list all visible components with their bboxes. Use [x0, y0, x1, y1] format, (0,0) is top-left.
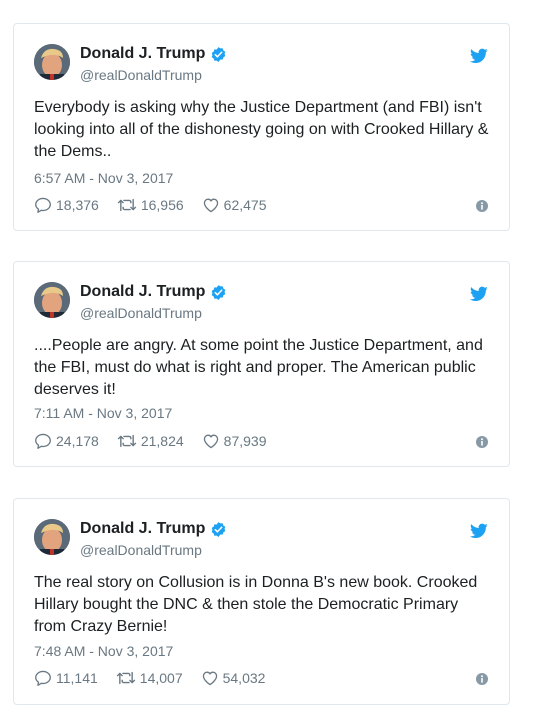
info-icon[interactable] — [475, 672, 489, 686]
tweet-timestamp[interactable]: 6:57 AM - Nov 3, 2017 — [34, 170, 173, 186]
author-name-text[interactable]: Donald J. Trump — [80, 283, 205, 301]
tweet-text: ....People are angry. At some point the … — [34, 337, 483, 398]
tweet-text: Everybody is asking why the Justice Depa… — [34, 99, 489, 160]
like-button[interactable]: 87,939 — [202, 433, 267, 449]
tweet-text: The real story on Collusion is in Donna … — [34, 574, 478, 635]
like-count: 62,475 — [223, 197, 267, 213]
like-icon — [202, 671, 217, 686]
twitter-bird-icon[interactable] — [470, 523, 488, 539]
author-name-text[interactable]: Donald J. Trump — [80, 520, 205, 538]
retweet-icon — [116, 671, 135, 685]
retweet-count: 16,956 — [140, 197, 184, 213]
retweet-button[interactable]: 21,824 — [117, 433, 184, 449]
reply-icon — [35, 670, 51, 686]
tweet-actions: 24,178 21,824 87,939 — [34, 433, 284, 449]
like-button[interactable]: 62,475 — [202, 197, 267, 213]
twitter-bird-icon[interactable] — [470, 286, 488, 302]
author-name[interactable]: Donald J. Trump — [80, 45, 227, 63]
tweet-card[interactable]: Donald J. Trump @realDonaldTrump Everybo… — [13, 23, 510, 231]
verified-badge-icon — [212, 521, 226, 537]
reply-icon — [35, 197, 51, 213]
tweet-actions: 11,141 14,007 54,032 — [34, 670, 283, 686]
author-handle[interactable]: @realDonaldTrump — [80, 542, 202, 558]
avatar[interactable] — [34, 282, 70, 318]
retweet-count: 21,824 — [140, 433, 184, 449]
reply-count: 11,141 — [56, 670, 98, 686]
verified-badge-icon — [212, 46, 226, 62]
like-count: 54,032 — [222, 670, 266, 686]
like-button[interactable]: 54,032 — [201, 670, 266, 686]
tweet-actions: 18,376 16,956 62,475 — [34, 197, 284, 213]
retweet-icon — [117, 198, 136, 212]
author-name-text[interactable]: Donald J. Trump — [80, 45, 205, 63]
retweet-button[interactable]: 16,956 — [117, 197, 184, 213]
retweet-count: 14,007 — [139, 670, 183, 686]
author-name[interactable]: Donald J. Trump — [80, 283, 227, 301]
reply-button[interactable]: 24,178 — [34, 433, 99, 449]
reply-button[interactable]: 18,376 — [34, 197, 99, 213]
tweet-timestamp[interactable]: 7:48 AM - Nov 3, 2017 — [34, 643, 173, 659]
like-icon — [203, 198, 218, 213]
author-name[interactable]: Donald J. Trump — [80, 520, 227, 538]
reply-count: 18,376 — [56, 197, 99, 213]
retweet-icon — [117, 434, 136, 448]
twitter-bird-icon[interactable] — [470, 48, 488, 64]
avatar[interactable] — [34, 44, 70, 80]
info-icon[interactable] — [475, 199, 489, 213]
like-count: 87,939 — [223, 433, 267, 449]
retweet-button[interactable]: 14,007 — [116, 670, 183, 686]
reply-button[interactable]: 11,141 — [34, 670, 98, 686]
verified-badge-icon — [212, 284, 226, 300]
like-icon — [203, 434, 218, 449]
reply-count: 24,178 — [56, 433, 99, 449]
tweet-timestamp[interactable]: 7:11 AM - Nov 3, 2017 — [34, 405, 172, 421]
tweet-card[interactable]: Donald J. Trump @realDonaldTrump ....Peo… — [13, 261, 510, 467]
avatar[interactable] — [34, 519, 70, 555]
author-handle[interactable]: @realDonaldTrump — [80, 305, 202, 321]
tweet-card[interactable]: Donald J. Trump @realDonaldTrump The rea… — [13, 498, 510, 705]
author-handle[interactable]: @realDonaldTrump — [80, 67, 202, 83]
reply-icon — [35, 433, 51, 449]
info-icon[interactable] — [475, 435, 489, 449]
